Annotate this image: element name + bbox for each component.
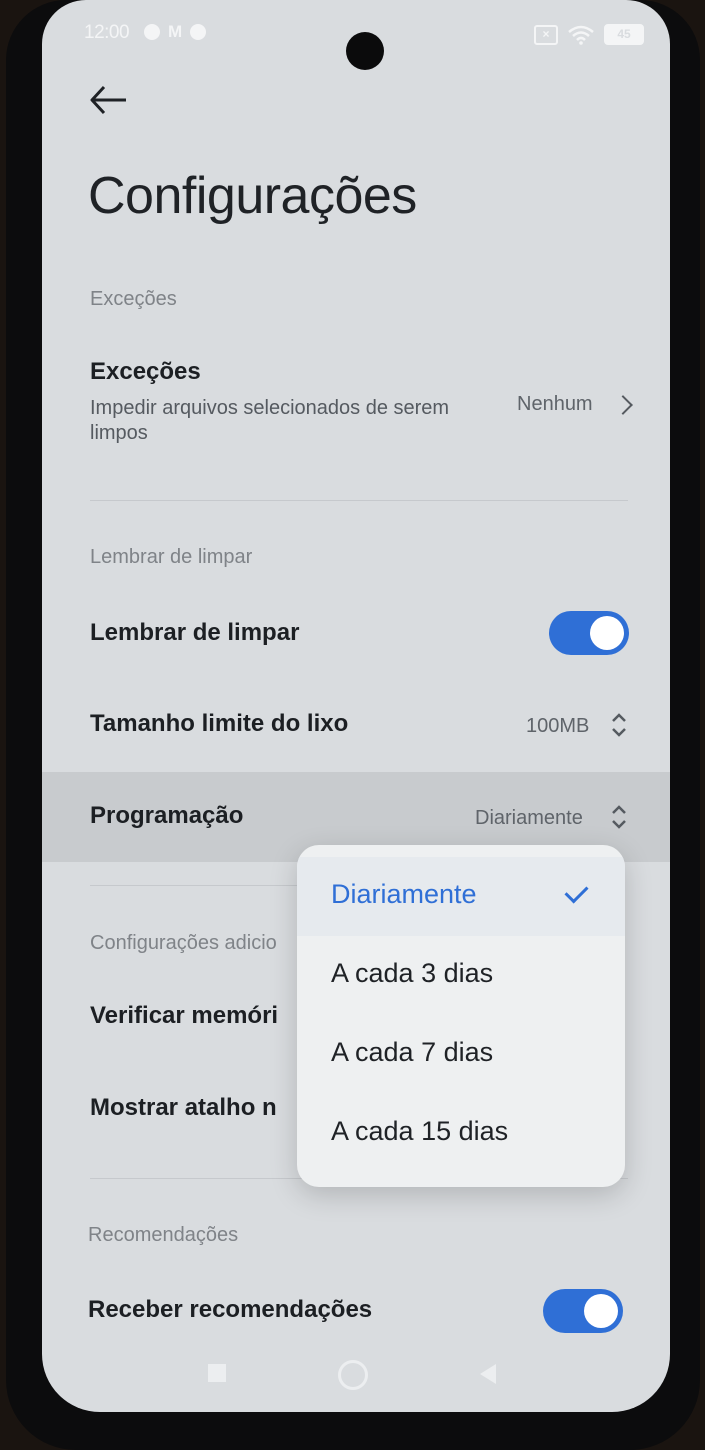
- battery-icon: 45: [604, 24, 644, 45]
- recents-button[interactable]: [208, 1364, 226, 1382]
- schedule-dropdown-menu: Diariamente A cada 3 dias A cada 7 dias …: [297, 845, 625, 1187]
- check-badge-icon: [190, 24, 207, 40]
- phone-frame: 12:00 M × 45 Configurações Exceções Exce…: [6, 0, 700, 1450]
- section-header-exceptions: Exceções: [90, 288, 177, 310]
- back-arrow-icon: [90, 85, 126, 115]
- recommendations-toggle[interactable]: [543, 1289, 623, 1333]
- back-button[interactable]: [88, 82, 132, 118]
- dropdown-option-7-days[interactable]: A cada 7 dias: [297, 1015, 625, 1094]
- exceptions-title: Exceções: [90, 358, 201, 385]
- section-header-recommendations: Recomendações: [88, 1224, 239, 1246]
- screen: 12:00 M × 45 Configurações Exceções Exce…: [42, 0, 670, 1412]
- dropdown-option-3-days[interactable]: A cada 3 dias: [297, 936, 625, 1015]
- notification-dot-icon: [144, 24, 160, 40]
- status-time: 12:00: [84, 22, 130, 43]
- size-limit-value: 100MB: [526, 715, 590, 737]
- exceptions-value: Nenhum: [517, 393, 593, 415]
- schedule-label: Programação: [90, 802, 244, 829]
- chevron-right-icon: [613, 395, 633, 415]
- camera-cutout: [346, 32, 384, 70]
- gmail-icon: M: [168, 22, 183, 41]
- size-limit-label: Tamanho limite do lixo: [90, 710, 349, 737]
- schedule-value: Diariamente: [475, 807, 583, 829]
- option-label: A cada 7 dias: [331, 1037, 494, 1067]
- updown-arrows-icon: [612, 805, 626, 829]
- navigation-bar: [42, 1352, 670, 1398]
- page-title: Configurações: [88, 167, 417, 225]
- recommendations-label: Receber recomendações: [88, 1296, 373, 1323]
- section-header-remind: Lembrar de limpar: [90, 546, 253, 568]
- home-button[interactable]: [338, 1360, 368, 1390]
- show-shortcut-row[interactable]: Mostrar atalho n: [90, 1094, 277, 1122]
- option-label: A cada 3 dias: [331, 958, 494, 988]
- divider: [90, 885, 300, 886]
- status-right-icons: × 45: [534, 24, 644, 45]
- no-sim-icon: ×: [534, 24, 558, 45]
- notification-icons: M: [144, 22, 207, 42]
- remind-label: Lembrar de limpar: [90, 619, 300, 646]
- toggle-knob: [584, 1294, 618, 1328]
- dropdown-option-15-days[interactable]: A cada 15 dias: [297, 1094, 625, 1173]
- updown-arrows-icon: [612, 713, 626, 737]
- check-memory-row[interactable]: Verificar memóri: [90, 1002, 278, 1030]
- dropdown-option-daily[interactable]: Diariamente: [297, 857, 625, 936]
- section-header-additional: Configurações adicio: [90, 932, 277, 954]
- wifi-icon: [568, 25, 594, 45]
- exceptions-subtitle: Impedir arquivos selecionados de serem l…: [90, 397, 450, 444]
- remind-toggle[interactable]: [549, 611, 629, 655]
- option-label: A cada 15 dias: [331, 1116, 509, 1146]
- check-icon: [564, 879, 589, 904]
- divider: [90, 500, 628, 501]
- option-label: Diariamente: [331, 879, 477, 909]
- status-bar: 12:00 M × 45: [42, 18, 670, 70]
- toggle-knob: [590, 616, 624, 650]
- nav-back-button[interactable]: [480, 1364, 496, 1384]
